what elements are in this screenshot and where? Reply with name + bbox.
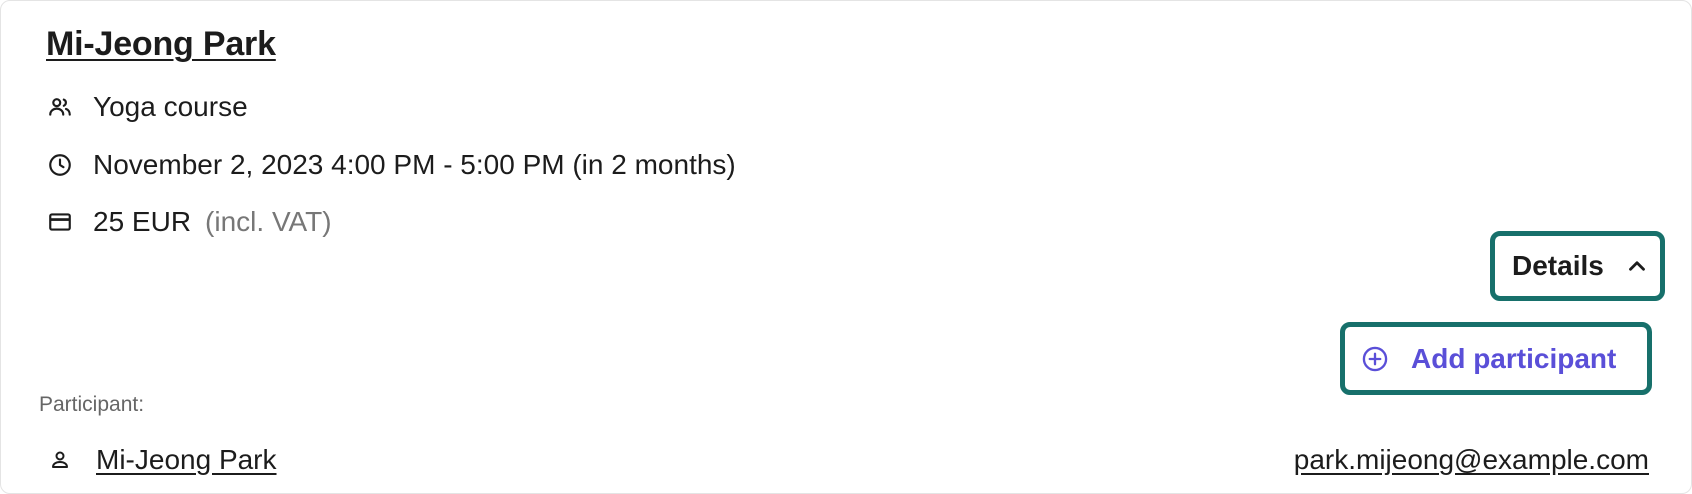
datetime-row: November 2, 2023 4:00 PM - 5:00 PM (in 2… (46, 147, 736, 183)
details-label: Details (1512, 250, 1604, 281)
course-name: Yoga course (93, 91, 248, 122)
person-icon (46, 446, 74, 474)
booking-datetime: November 2, 2023 4:00 PM - 5:00 PM (in 2… (93, 149, 736, 180)
course-row: Yoga course (46, 89, 248, 125)
price-row: 25 EUR (incl. VAT) (46, 204, 332, 240)
participant-email-link[interactable]: park.mijeong@example.com (1294, 441, 1649, 479)
participant-heading: Participant: (39, 393, 145, 416)
participant-name-link[interactable]: Mi-Jeong Park (96, 444, 277, 476)
booking-customer-name-link[interactable]: Mi-Jeong Park (46, 25, 276, 64)
plus-circle-icon (1361, 345, 1389, 373)
credit-card-icon (46, 208, 74, 236)
people-icon (46, 93, 74, 121)
chevron-up-icon (1629, 261, 1645, 271)
clock-icon (46, 151, 74, 179)
vat-note: (incl. VAT) (205, 206, 332, 237)
participant-row: Mi-Jeong Park (46, 441, 277, 479)
add-participant-label: Add participant (1411, 342, 1617, 374)
booking-card: Mi-Jeong Park Yoga course November 2, 20… (0, 0, 1692, 494)
add-participant-button[interactable]: Add participant (1340, 322, 1652, 395)
booking-price: 25 EUR (93, 206, 192, 237)
details-toggle-button[interactable]: Details (1490, 231, 1665, 301)
